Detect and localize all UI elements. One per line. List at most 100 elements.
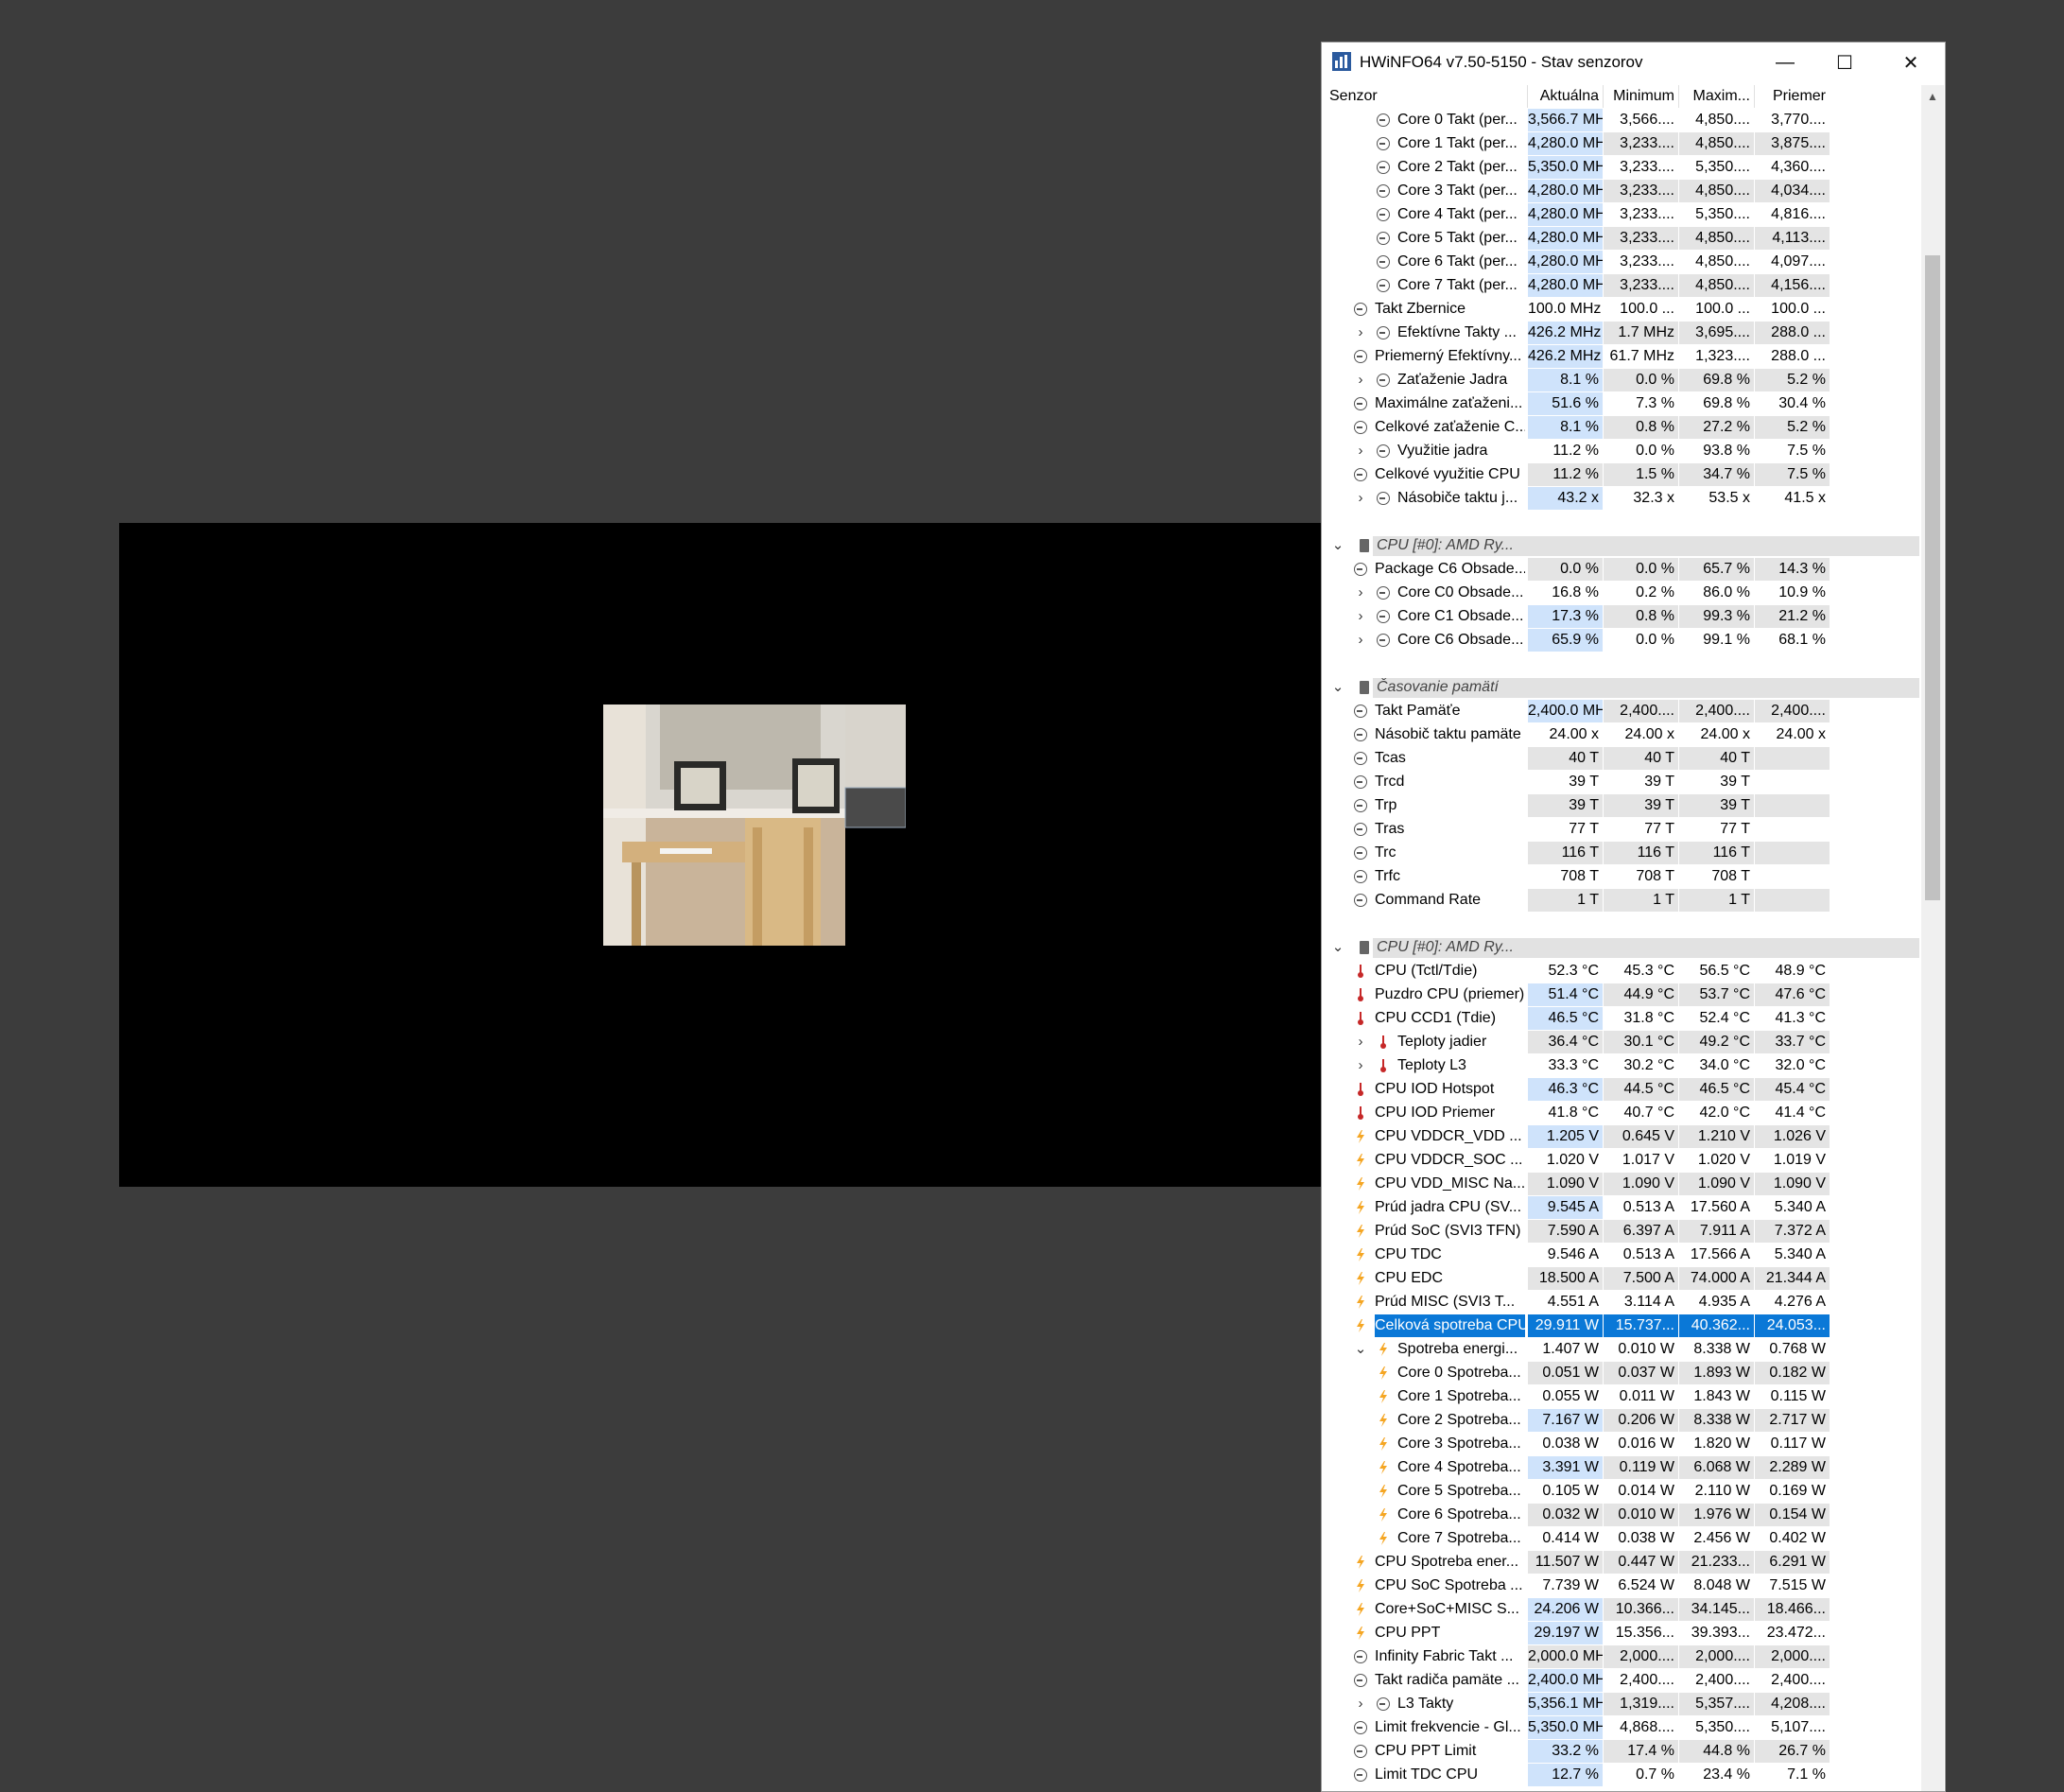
sensor-row[interactable]: CPU SoC Spotreba ... 7.739 W 6.524 W 8.048 …: [1322, 1575, 1927, 1598]
sensor-row[interactable]: Core 1 Takt (per... 4,280.0 MHz3,233....4…: [1322, 132, 1927, 156]
collapse-chevron-icon[interactable]: ⌄: [1331, 676, 1344, 699]
sensor-row[interactable]: Prúd MISC (SVI3 T... 4.551 A 3.114 A 4.935 …: [1322, 1291, 1927, 1314]
sensor-group-header[interactable]: ⌄ CPU [#0]: AMD Ry...: [1322, 936, 1927, 960]
sensor-row[interactable]: Core 5 Spotreba... 0.105 W 0.014 W 2.110 W 0…: [1322, 1480, 1927, 1504]
sensor-row[interactable]: CPU CCD1 (Tdie) 46.5 °C 31.8 °C 52.4 °C 41.3…: [1322, 1007, 1927, 1031]
sensor-row[interactable]: Tras 77 T 77 T 77 T: [1322, 818, 1927, 842]
sensor-row[interactable]: CPU TDC 9.546 A 0.513 A 17.566 A 5.340 A: [1322, 1244, 1927, 1267]
sensor-row[interactable]: Limit TDC CPU 12.7 % 0.7 % 23.4 % 7.1 %: [1322, 1764, 1927, 1787]
sensor-row[interactable]: Takt Zbernice 100.0 MHz 100.0 ... 100.0 ...…: [1322, 298, 1927, 322]
group-title: CPU [#0]: AMD Ry...: [1377, 537, 1514, 553]
sensor-row[interactable]: Core 2 Takt (per... 5,350.0 MHz 3,233.... 5…: [1322, 156, 1927, 180]
column-header-maximum[interactable]: Maxim...: [1679, 88, 1754, 105]
sensor-row[interactable]: Core 7 Takt (per...4,280.0 MHz3,233....4…: [1322, 274, 1927, 298]
expand-chevron-icon[interactable]: ›: [1354, 322, 1367, 344]
close-button[interactable]: ✕: [1878, 43, 1944, 82]
expand-chevron-icon[interactable]: ›: [1354, 487, 1367, 510]
sensor-row[interactable]: › Core C1 Obsade... 17.3 % 0.8 % 99.3 % 21.2 …: [1322, 605, 1927, 629]
scroll-up-icon[interactable]: ▲: [1921, 85, 1944, 108]
sensor-row[interactable]: Infinity Fabric Takt ...2,000.0 MHz2,000…: [1322, 1645, 1927, 1669]
sensor-row[interactable]: Prúd jadra CPU (SV... 9.545 A 0.513 A 17.56…: [1322, 1196, 1927, 1220]
sensor-row[interactable]: Core 7 Spotreba... 0.414 W 0.038 W 2.456 W 0…: [1322, 1527, 1927, 1551]
column-header-current[interactable]: Aktuálna: [1528, 88, 1603, 105]
sensor-row[interactable]: › Efektívne Takty ... 426.2 MHz 1.7 MHz 3,69…: [1322, 322, 1927, 345]
sensor-row[interactable]: Core 2 Spotreba... 7.167 W 0.206 W 8.338 W2…: [1322, 1409, 1927, 1433]
sensor-row[interactable]: Celkové využitie CPU 11.2 % 1.5 % 34.7 % 7.5…: [1322, 463, 1927, 487]
sensor-row[interactable]: CPU (Tctl/Tdie) 52.3 °C 45.3 °C 56.5 °C 48.9…: [1322, 960, 1927, 983]
sensor-row[interactable]: Limit frekvencie - Gl... 5,350.0 MHz 4,868…: [1322, 1716, 1927, 1740]
sensor-row[interactable]: Násobič taktu pamäte 24.00 x 24.00 x 24.00 …: [1322, 723, 1927, 747]
sensor-row[interactable]: Core 5 Takt (per...4,280.0 MHz3,233....4…: [1322, 227, 1927, 251]
sensor-row[interactable]: › Core C0 Obsade... 16.8 % 0.2 % 86.0 % 10.9 …: [1322, 582, 1927, 605]
expand-chevron-icon[interactable]: ›: [1354, 1054, 1367, 1077]
sensor-row[interactable]: Trfc 708 T 708 T 708 T: [1322, 865, 1927, 889]
expand-chevron-icon[interactable]: ›: [1354, 1693, 1367, 1715]
sensor-row[interactable]: Core 3 Spotreba... 0.038 W 0.016 W 1.820 W 0…: [1322, 1433, 1927, 1456]
minimize-button[interactable]: —: [1752, 43, 1818, 82]
sensor-row[interactable]: Celkové zaťaženie C... 8.1 % 0.8 % 27.2 % 5.…: [1322, 416, 1927, 440]
sensor-row[interactable]: Core 3 Takt (per...4,280.0 MHz3,233....4…: [1322, 180, 1927, 203]
sensor-row[interactable]: Package C6 Obsade... 0.0 % 0.0 % 65.7 % 14.3…: [1322, 558, 1927, 582]
sensor-row[interactable]: CPU VDDCR_VDD ... 1.205 V 0.645 V 1.210 V 1.…: [1322, 1125, 1927, 1149]
sensor-row[interactable]: CPU EDC 18.500 A 7.500 A 74.000 A 21.344 A: [1322, 1267, 1927, 1291]
average-value: 100.0 ...: [1771, 301, 1826, 317]
sensor-row[interactable]: CPU PPT Limit 33.2 % 17.4 % 44.8 % 26.7 %: [1322, 1740, 1927, 1764]
sensor-row[interactable]: › Teploty jadier 36.4 °C 30.1 °C 49.2 °C 33.7…: [1322, 1031, 1927, 1054]
expand-chevron-icon[interactable]: ›: [1354, 440, 1367, 462]
sensor-row[interactable]: Command Rate 1 T1 T1 T: [1322, 889, 1927, 913]
sensor-row[interactable]: Core 1 Spotreba... 0.055 W 0.011 W 1.843 W 0…: [1322, 1385, 1927, 1409]
sensor-row[interactable]: › Využitie jadra 11.2 % 0.0 % 93.8 % 7.5 %: [1322, 440, 1927, 463]
sensor-row[interactable]: Trcd 39 T 39 T 39 T: [1322, 771, 1927, 794]
sensor-row[interactable]: Takt radiča pamäte ... 2,400.0 MHz 2,400..…: [1322, 1669, 1927, 1693]
sensor-row[interactable]: › L3 Takty 5,356.1 MHz1,319....5,357....4,…: [1322, 1693, 1927, 1716]
average-value: [1755, 818, 1830, 841]
minimum-value: 30.2 °C: [1623, 1057, 1674, 1073]
sensor-row[interactable]: Takt Pamäťe2,400.0 MHz2,400....2,400....…: [1322, 700, 1927, 723]
expand-chevron-icon[interactable]: ›: [1354, 605, 1367, 628]
sensor-group-header[interactable]: ⌄ CPU [#0]: AMD Ry...: [1322, 534, 1927, 558]
sensor-row[interactable]: Core 4 Takt (per... 4,280.0 MHz 3,233.... 5…: [1322, 203, 1927, 227]
sensor-row[interactable]: Core+SoC+MISC S... 24.206 W 10.366... 34.14…: [1322, 1598, 1927, 1622]
title-bar[interactable]: HWiNFO64 v7.50-5150 - Stav senzorov — ☐ …: [1322, 43, 1945, 82]
maximum-value: 4,850....: [1679, 274, 1754, 297]
column-header-minimum[interactable]: Minimum: [1604, 88, 1678, 105]
sensor-row[interactable]: Puzdro CPU (priemer) 51.4 °C 44.9 °C 53.7 °…: [1322, 983, 1927, 1007]
sensor-row[interactable]: Maximálne zaťaženi... 51.6 % 7.3 % 69.8 % 30…: [1322, 392, 1927, 416]
sensor-group-header[interactable]: ⌄ Časovanie pamätí: [1322, 676, 1927, 700]
sensor-row[interactable]: › Core C6 Obsade... 65.9 % 0.0 % 99.1 % 68.1 …: [1322, 629, 1927, 652]
sensor-row[interactable]: CPU VDD_MISC Na... 1.090 V 1.090 V 1.090 V1…: [1322, 1173, 1927, 1196]
expand-chevron-icon[interactable]: ›: [1354, 582, 1367, 604]
vertical-scrollbar[interactable]: ▲: [1921, 85, 1944, 1791]
maximize-button[interactable]: ☐: [1812, 43, 1878, 82]
sensor-row[interactable]: CPU IOD Priemer 41.8 °C 40.7 °C 42.0 °C 41.4…: [1322, 1102, 1927, 1125]
hwinfo-sensor-window: HWiNFO64 v7.50-5150 - Stav senzorov — ☐ …: [1321, 42, 1946, 1792]
sensor-row[interactable]: Trp 39 T 39 T 39 T: [1322, 794, 1927, 818]
sensor-row[interactable]: CPU Spotreba ener... 11.507 W 0.447 W 21.23…: [1322, 1551, 1927, 1575]
expand-chevron-icon[interactable]: ›: [1354, 629, 1367, 652]
column-header-sensor[interactable]: Senzor: [1329, 88, 1378, 105]
sensor-row[interactable]: Core 6 Spotreba... 0.032 W 0.010 W 1.976 W0…: [1322, 1504, 1927, 1527]
column-header-average[interactable]: Priemer: [1755, 88, 1830, 105]
sensor-row[interactable]: Tcas 40 T 40 T 40 T: [1322, 747, 1927, 771]
expand-chevron-icon[interactable]: ›: [1354, 369, 1367, 391]
scrollbar-thumb[interactable]: [1925, 255, 1940, 900]
sensor-row[interactable]: Core 6 Takt (per... 4,280.0 MHz 3,233.... 4…: [1322, 251, 1927, 274]
sensor-row[interactable]: › Násobiče taktu j... 43.2 x 32.3 x 53.5 x 41…: [1322, 487, 1927, 511]
sensor-row[interactable]: › Zaťaženie Jadra 8.1 % 0.0 % 69.8 % 5.2 %: [1322, 369, 1927, 392]
sensor-row[interactable]: Core 0 Takt (per... 3,566.7 MHz 3,566.... 4…: [1322, 109, 1927, 132]
collapse-chevron-icon[interactable]: ⌄: [1331, 936, 1344, 959]
sensor-row[interactable]: Priemerný Efektívny... 426.2 MHz 61.7 MHz 1…: [1322, 345, 1927, 369]
sensor-row[interactable]: Core 0 Spotreba... 0.051 W 0.037 W 1.893 W0…: [1322, 1362, 1927, 1385]
collapse-chevron-icon[interactable]: ⌄: [1331, 534, 1344, 557]
sensor-row[interactable]: Trc 116 T 116 T 116 T: [1322, 842, 1927, 865]
sensor-row[interactable]: › Teploty L3 33.3 °C 30.2 °C 34.0 °C 32.0 °C: [1322, 1054, 1927, 1078]
sensor-row[interactable]: Prúd SoC (SVI3 TFN) 7.590 A 6.397 A 7.911 A…: [1322, 1220, 1927, 1244]
sensor-row[interactable]: CPU IOD Hotspot 46.3 °C 44.5 °C 46.5 °C 45.4…: [1322, 1078, 1927, 1102]
sensor-row[interactable]: ⌄ Spotreba energi... 1.407 W 0.010 W 8.338 W…: [1322, 1338, 1927, 1362]
sensor-row[interactable]: Core 4 Spotreba... 3.391 W 0.119 W 6.068 W2…: [1322, 1456, 1927, 1480]
collapse-chevron-icon[interactable]: ⌄: [1354, 1338, 1367, 1361]
sensor-row[interactable]: Celková spotreba CPU 29.911 W 15.737... 40.…: [1322, 1314, 1927, 1338]
expand-chevron-icon[interactable]: ›: [1354, 1031, 1367, 1053]
sensor-row[interactable]: CPU PPT 29.197 W 15.356... 39.393... 23.472.…: [1322, 1622, 1927, 1645]
sensor-row[interactable]: CPU VDDCR_SOC ... 1.020 V 1.017 V 1.020 V 1.…: [1322, 1149, 1927, 1173]
